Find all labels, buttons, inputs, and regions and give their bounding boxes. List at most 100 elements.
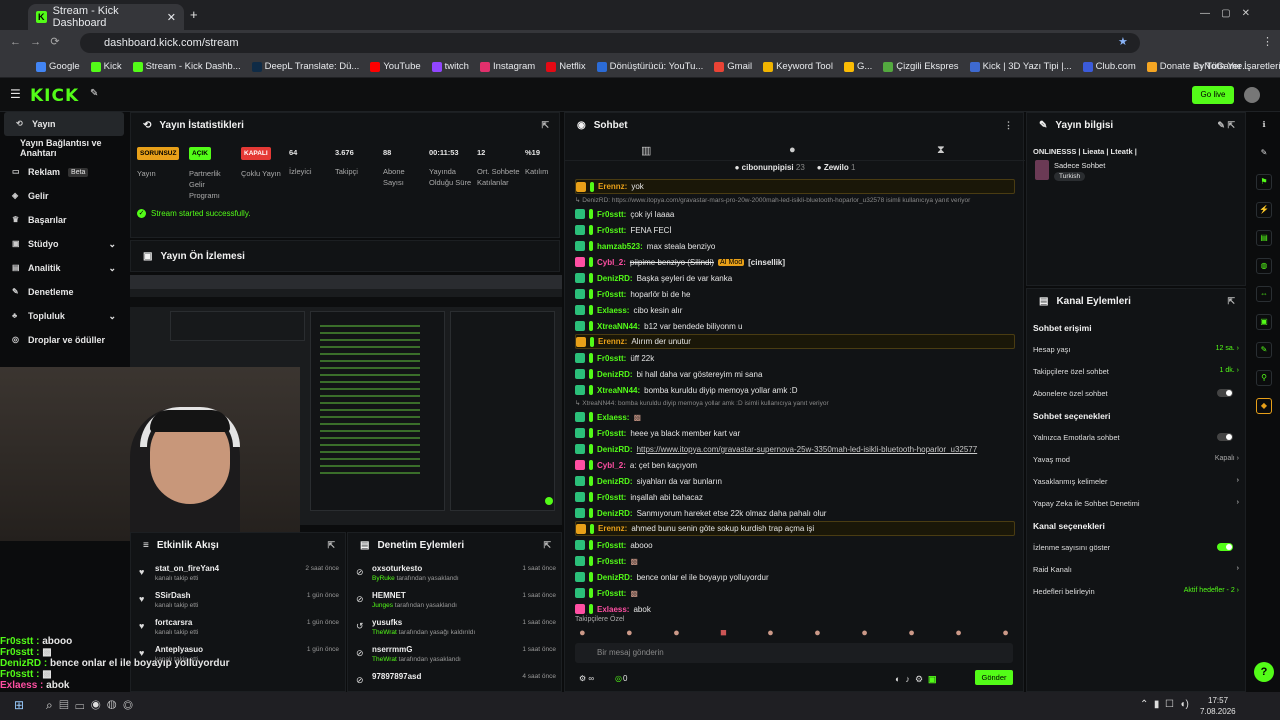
chat-username[interactable]: Erennz: bbox=[598, 182, 627, 191]
chat-settings-icon[interactable]: ⚙ ∞ bbox=[579, 674, 594, 683]
chat-message[interactable]: DenizRD: Başka şeyleri de var kanka bbox=[575, 270, 1015, 286]
bookmark-item[interactable]: Google bbox=[36, 61, 80, 72]
action-row[interactable]: Hedefleri belirleyin Aktif hedefler - 2 › bbox=[1033, 587, 1239, 596]
chat-username[interactable]: hamzab523: bbox=[597, 242, 643, 251]
help-icon[interactable]: ? bbox=[1254, 662, 1274, 682]
chat-message[interactable]: Fr0sstt: inşallah abi bahacaz bbox=[575, 489, 1015, 505]
browser-tab[interactable]: K Stream - Kick Dashboard ✕ bbox=[28, 4, 184, 30]
bookmark-item[interactable]: Keyword Tool bbox=[763, 61, 833, 72]
chat-username[interactable]: DenizRD: bbox=[597, 509, 633, 518]
action-row[interactable]: İzlenme sayısını göster bbox=[1033, 543, 1239, 552]
rail-icon[interactable]: ⚡ bbox=[1256, 202, 1272, 218]
chat-username[interactable]: DenizRD: bbox=[597, 274, 633, 283]
chat-message[interactable]: Exlaess: ▩ bbox=[575, 409, 1015, 425]
chat-username[interactable]: Fr0sstt: bbox=[597, 493, 626, 502]
chat-text[interactable]: https://www.itopya.com/gravastar-superno… bbox=[637, 445, 978, 454]
chat-message[interactable]: Fr0sstt: ▩ bbox=[575, 553, 1015, 569]
chat-message[interactable]: Exlaess: cibo kesin alır bbox=[575, 302, 1015, 318]
chat-tools-icons[interactable]: ◐ ♪ ⚙ ▣ bbox=[895, 674, 937, 685]
chat-username[interactable]: Fr0sstt: bbox=[597, 210, 626, 219]
chat-message[interactable]: Fr0sstt: abooo bbox=[575, 537, 1015, 553]
action-row[interactable]: Abonelere özel sohbet bbox=[1033, 389, 1239, 398]
chat-username[interactable]: DenizRD: bbox=[597, 477, 633, 486]
tray-icons[interactable]: ⌃ ▮ ☐ ◖) bbox=[1140, 699, 1189, 710]
chat-message[interactable]: Cybl_2: a: çet ben kaçıyom bbox=[575, 457, 1015, 473]
chat-username[interactable]: DenizRD: bbox=[597, 370, 633, 379]
chat-username[interactable]: Erennz: bbox=[598, 337, 627, 346]
external-link-icon[interactable]: ⇱ bbox=[543, 540, 551, 551]
action-row[interactable]: Yavaş mod Kapalı › bbox=[1033, 455, 1239, 464]
chat-username[interactable]: XtreaNN44: bbox=[597, 322, 640, 331]
toggle-switch[interactable] bbox=[1217, 543, 1233, 551]
go-live-button[interactable]: Go live bbox=[1192, 86, 1234, 104]
bookmark-item[interactable]: G... bbox=[843, 61, 872, 72]
menu-icon[interactable]: ⋮ bbox=[1262, 35, 1273, 48]
chat-message[interactable]: DenizRD: bi hall daha var göstereyim mi s… bbox=[575, 366, 1015, 382]
chat-message[interactable]: hamzab523: max steala benziyo bbox=[575, 238, 1015, 254]
chat-username[interactable]: Exlaess: bbox=[597, 605, 629, 614]
chat-username[interactable]: Cybl_2: bbox=[597, 258, 626, 267]
chat-username[interactable]: Fr0sstt: bbox=[597, 541, 626, 550]
bookmark-item[interactable]: Gmail bbox=[714, 61, 752, 72]
chat-username[interactable]: Fr0sstt: bbox=[597, 589, 626, 598]
more-icon[interactable]: ⋮ bbox=[1004, 120, 1013, 131]
sidebar-item-yayın[interactable]: ⟲ Yayın bbox=[4, 112, 124, 136]
chat-message[interactable]: Fr0sstt: heee ya black member kart var bbox=[575, 425, 1015, 441]
chat-username[interactable]: Erennz: bbox=[598, 524, 627, 533]
sidebar-item-topluluk[interactable]: ♣ Topluluk ⌄ bbox=[0, 304, 128, 328]
toggle-switch[interactable] bbox=[1217, 389, 1233, 397]
action-row[interactable]: Yasaklanmış kelimeler › bbox=[1033, 477, 1239, 486]
bookmark-item[interactable]: Kick | 3D Yazı Tipi |... bbox=[969, 61, 1072, 72]
chat-message[interactable]: DenizRD: siyahları da var bunların bbox=[575, 473, 1015, 489]
bookmark-item[interactable]: Dönüştürücü: YouTu... bbox=[596, 61, 703, 72]
chat-message[interactable]: Fr0sstt: üff 22k bbox=[575, 350, 1015, 366]
bookmark-folder[interactable]: ▭ Tüm Yer İşaretleri bbox=[1194, 61, 1280, 72]
rail-icon[interactable]: ▤ bbox=[1256, 230, 1272, 246]
bookmark-item[interactable]: DeepL Translate: Dü... bbox=[251, 61, 359, 72]
top-chatter[interactable]: ● cibonunpipisi 23 bbox=[735, 163, 805, 172]
chat-message[interactable]: DenizRD: bence onlar el ile boyayıp yollu… bbox=[575, 569, 1015, 585]
sidebar-item-yayın-bağlantısı-ve-anahtarı[interactable]: Yayın Bağlantısı ve Anahtarı bbox=[0, 136, 128, 160]
edit-icon[interactable]: ✎ ⇱ bbox=[1217, 120, 1235, 131]
chat-username[interactable]: DenizRD: bbox=[597, 573, 633, 582]
toggle-switch[interactable] bbox=[1217, 433, 1233, 441]
sidebar-item-stüdyo[interactable]: ▣ Stüdyo ⌄ bbox=[0, 232, 128, 256]
external-link-icon[interactable]: ⇱ bbox=[327, 540, 335, 551]
chat-message[interactable]: Fr0sstt: çok iyi laaaa bbox=[575, 206, 1015, 222]
chat-message[interactable]: Fr0sstt: FENA FECİ bbox=[575, 222, 1015, 238]
window-controls[interactable]: — ▢ ✕ bbox=[1200, 8, 1250, 19]
bookmark-item[interactable]: twitch bbox=[431, 61, 469, 72]
url-input[interactable]: dashboard.kick.com/stream bbox=[80, 33, 1140, 53]
action-row[interactable]: Hesap yaşı 12 sa. › bbox=[1033, 345, 1239, 354]
taskbar-apps-icon[interactable]: ⌕ ▤ ▭ ◉ ◍ ◎ bbox=[46, 698, 133, 713]
avatar[interactable] bbox=[1244, 87, 1260, 103]
rail-icon[interactable]: ▣ bbox=[1256, 314, 1272, 330]
bookmark-item[interactable]: Kick bbox=[90, 61, 122, 72]
chat-message[interactable]: Erennz: Alırım der unutur bbox=[575, 334, 1015, 349]
chat-input[interactable]: Bir mesaj gönderin bbox=[575, 643, 1013, 663]
rail-icon[interactable]: ⇔ bbox=[1256, 286, 1272, 302]
rail-icon[interactable]: ✎ bbox=[1256, 342, 1272, 358]
chat-username[interactable]: Cybl_2: bbox=[597, 461, 626, 470]
rail-icon[interactable]: ⚑ bbox=[1256, 174, 1272, 190]
tag-chip[interactable]: Turkish bbox=[1054, 172, 1086, 181]
trash-icon[interactable]: ▥ bbox=[641, 144, 651, 157]
chat-username[interactable]: XtreaNN44: bbox=[597, 386, 640, 395]
sidebar-item-gelir[interactable]: ◈ Gelir bbox=[0, 184, 128, 208]
rail-icon[interactable]: ℹ bbox=[1256, 118, 1272, 134]
bookmark-item[interactable]: Stream - Kick Dashb... bbox=[132, 61, 241, 72]
bookmark-item[interactable]: Instagram bbox=[479, 61, 535, 72]
chat-username[interactable]: Fr0sstt: bbox=[597, 557, 626, 566]
chat-message[interactable]: DenizRD: https://www.itopya.com/gravastar… bbox=[575, 441, 1015, 457]
action-row[interactable]: Raid Kanalı › bbox=[1033, 565, 1239, 574]
kick-logo[interactable]: KICK bbox=[30, 86, 79, 106]
sidebar-item-reklam[interactable]: ▭ Reklam Beta bbox=[0, 160, 128, 184]
chat-message[interactable]: XtreaNN44: b12 var bendede biliyonm u bbox=[575, 318, 1015, 334]
chat-username[interactable]: Fr0sstt: bbox=[597, 354, 626, 363]
sidebar-item-başarılar[interactable]: ♛ Başarılar bbox=[0, 208, 128, 232]
chat-username[interactable]: DenizRD: bbox=[597, 445, 633, 454]
chat-message[interactable]: DenizRD: Sanmıyorum hareket etse 22k olma… bbox=[575, 505, 1015, 521]
external-link-icon[interactable]: ⇱ bbox=[1227, 296, 1235, 307]
emote-icon[interactable]: ● bbox=[789, 144, 796, 156]
rail-icon[interactable]: ✎ bbox=[1256, 146, 1272, 162]
